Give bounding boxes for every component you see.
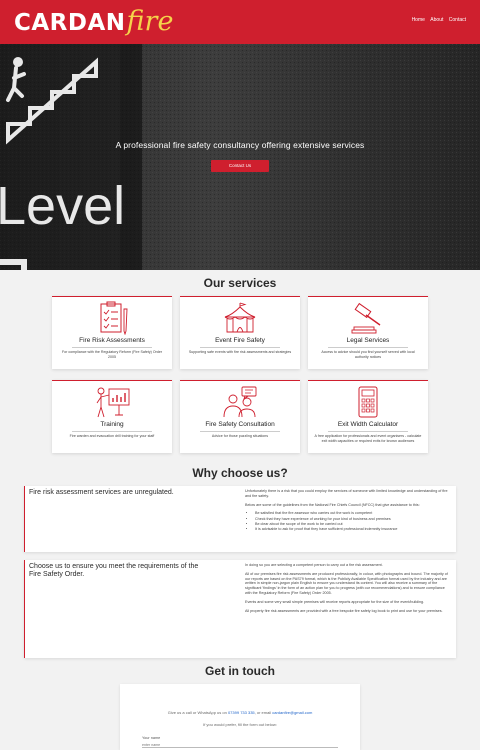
card-description: Advice for those puzzling situations <box>211 433 269 438</box>
contact-form-panel: Give us a call or WhatsApp us on 07399 7… <box>120 684 360 750</box>
why-paragraph: All property fire risk assessments are p… <box>245 608 443 613</box>
get-in-touch-title: Get in touch <box>205 664 275 678</box>
contact-info-line: Give us a call or WhatsApp us on 07399 7… <box>120 710 360 715</box>
card-title: Legal Services <box>346 337 390 344</box>
contact-us-button[interactable]: Contact Us <box>211 160 269 172</box>
list-item: Check that they have experience of worki… <box>255 517 451 522</box>
why-paragraph: In doing so you are selecting a competen… <box>245 563 383 567</box>
card-divider <box>200 347 280 348</box>
why-block-heading: Choose us to ensure you meet the require… <box>29 563 199 578</box>
card-divider <box>328 347 408 348</box>
logo[interactable]: CARDANfire <box>14 6 173 38</box>
card-divider <box>72 431 152 432</box>
why-paragraph: Unfortunately there is a risk that you c… <box>245 489 448 498</box>
list-item: Be clear about the scope of the work to … <box>255 522 451 527</box>
card-divider <box>200 431 280 432</box>
nav-contact-link[interactable]: Contact <box>449 17 466 23</box>
nav-home-link[interactable]: Home <box>412 17 425 23</box>
why-choose-us-title: Why choose us? <box>192 466 288 480</box>
email-link[interactable]: cardanfire@gmail.com <box>272 710 312 715</box>
service-card-consultation[interactable]: Fire Safety Consultation Advice for thos… <box>180 380 300 453</box>
card-description: For compliance with the Regulatory Refor… <box>61 349 163 359</box>
card-title: Exit Width Calculator <box>337 421 399 428</box>
why-paragraph: Events and some very small simple premis… <box>245 599 425 604</box>
services-title: Our services <box>203 276 277 290</box>
card-title: Training <box>100 421 124 428</box>
card-description: Fire warden and evacuation drill trainin… <box>69 433 155 438</box>
phone-link[interactable]: 07399 733 335 <box>228 710 255 715</box>
contact-email-prefix: , or email <box>254 710 272 715</box>
card-description: A free application for professionals and… <box>314 433 422 443</box>
clipboard-checklist-icon <box>100 301 128 335</box>
main-nav: Home About Contact <box>408 17 466 23</box>
service-card-legal[interactable]: Legal Services Access to advice should y… <box>308 296 428 369</box>
nav-about-link[interactable]: About <box>430 17 443 23</box>
card-description: Access to advice should you find yoursel… <box>321 349 415 359</box>
hero-background-image: Level <box>0 44 480 270</box>
contact-intro-text: Give us a call or WhatsApp us on <box>167 710 227 715</box>
card-divider <box>328 431 408 432</box>
name-field-label: Your name <box>142 736 161 740</box>
why-paragraph: All of our premises fire risk assessment… <box>245 571 448 595</box>
service-card-event-safety[interactable]: Event Fire Safety Supporting safe events… <box>180 296 300 369</box>
form-instruction-text: If you would prefer, fill the form out b… <box>203 722 277 727</box>
card-description: Supporting safe events with fire risk as… <box>188 349 292 354</box>
list-item: Be satisfied that the fire assessor who … <box>255 511 451 516</box>
why-block-fire-safety-order: Choose us to ensure you meet the require… <box>24 560 456 658</box>
why-block-body: Unfortunately there is a risk that you c… <box>245 489 451 533</box>
service-card-exit-width[interactable]: Exit Width Calculator A free application… <box>308 380 428 453</box>
logo-cardan-text: CARDAN <box>14 10 126 36</box>
card-divider <box>72 347 152 348</box>
why-paragraph: Below are some of the guidelines from th… <box>245 502 420 507</box>
nfcc-guidelines-list: Be satisfied that the fire assessor who … <box>255 511 451 532</box>
hero-sign-text: Level <box>0 176 125 236</box>
why-block-unregulated: Fire risk assessment services are unregu… <box>24 486 456 552</box>
hero-title: A professional fire safety consultancy o… <box>115 140 365 150</box>
name-input[interactable] <box>142 743 338 748</box>
card-title: Fire Safety Consultation <box>205 421 275 428</box>
card-title: Event Fire Safety <box>215 337 265 344</box>
why-block-heading: Fire risk assessment services are unregu… <box>29 489 174 496</box>
site-header: CARDANfire Home About Contact <box>0 0 480 44</box>
calculator-icon <box>358 386 378 418</box>
circus-tent-icon <box>224 302 256 333</box>
logo-fire-text: fire <box>126 6 174 37</box>
list-item: It is advisable to ask for proof that th… <box>255 527 451 532</box>
why-block-body: In doing so you are selecting a competen… <box>245 563 451 617</box>
service-card-training[interactable]: Training Fire warden and evacuation dril… <box>52 380 172 453</box>
hero-banner: Level A professional fire safety consult… <box>0 44 480 270</box>
card-title: Fire Risk Assessments <box>79 337 145 344</box>
consultation-people-icon <box>223 386 257 418</box>
presenter-chart-icon <box>96 387 130 418</box>
service-card-fire-risk[interactable]: Fire Risk Assessments For compliance wit… <box>52 296 172 369</box>
gavel-icon <box>351 302 381 334</box>
